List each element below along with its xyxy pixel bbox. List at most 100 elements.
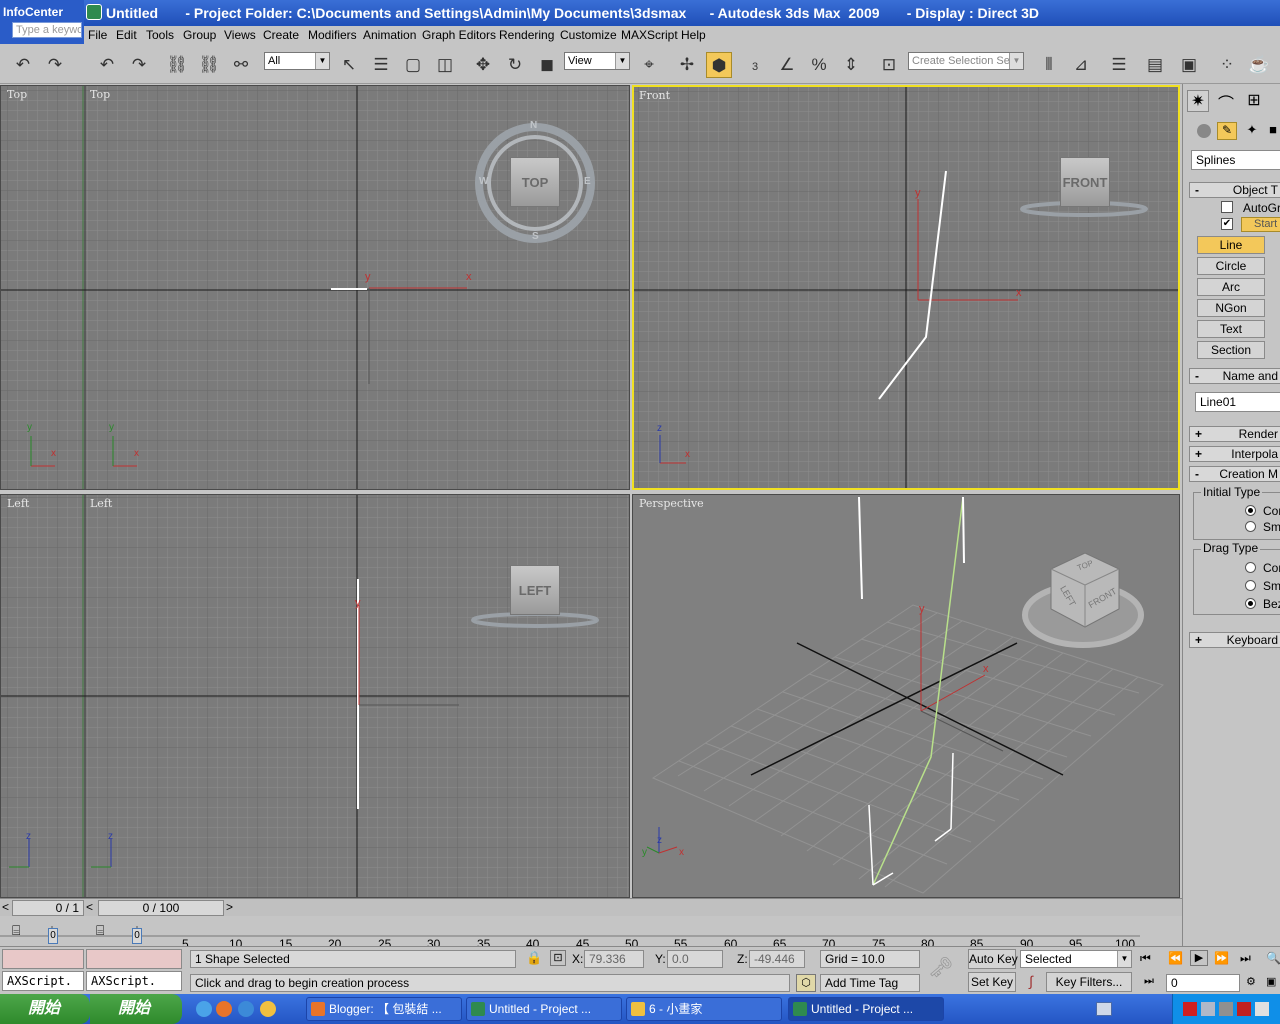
go-to-start-icon[interactable]: ⏮	[1140, 951, 1151, 966]
menu-graph-editors[interactable]: Graph Editors	[422, 28, 496, 42]
initial-type-corner-radio[interactable]	[1245, 505, 1256, 516]
zoom-icon[interactable]: 🔍	[1266, 951, 1280, 965]
lights-category-icon[interactable]: ✦	[1243, 122, 1261, 140]
play-icon[interactable]: ▶	[1190, 950, 1208, 966]
material-editor-icon[interactable]: ⁘	[1214, 52, 1240, 78]
time-slider-prev-left[interactable]: <	[2, 900, 9, 914]
angle-snap-icon[interactable]: ∠	[774, 52, 800, 78]
drag-type-bezier-radio[interactable]	[1245, 598, 1256, 609]
mirror-icon[interactable]: ⫴	[1036, 52, 1062, 78]
unlink-icon[interactable]: ⛓	[196, 52, 222, 78]
text-button[interactable]: Text	[1197, 320, 1265, 338]
spinner-snap-icon[interactable]: ⇕	[838, 52, 864, 78]
quicklaunch-icon[interactable]	[238, 1001, 254, 1017]
drag-type-corner-radio[interactable]	[1245, 562, 1256, 573]
trackbar-frame-marker-1[interactable]: 0	[48, 928, 58, 944]
rollout-interpolation[interactable]: + Interpola	[1189, 446, 1280, 462]
menu-file[interactable]: File	[88, 28, 107, 42]
taskbar-item-3dsmax-1[interactable]: Untitled - Project ...	[466, 997, 622, 1021]
rectangular-selection-icon[interactable]: ▢	[400, 52, 426, 78]
menu-animation[interactable]: Animation	[363, 28, 416, 42]
select-by-name-icon[interactable]: ☰	[368, 52, 394, 78]
viewport-label-front[interactable]: Front	[639, 89, 670, 102]
set-key-button[interactable]: Set Key	[968, 972, 1016, 992]
named-selection-set-dropdown[interactable]: Create Selection Set ▼	[908, 52, 1024, 70]
time-slider-left[interactable]: 0 / 1	[12, 900, 84, 916]
align-icon[interactable]: ⊿	[1068, 52, 1094, 78]
key-filters-button[interactable]: Key Filters...	[1046, 972, 1132, 992]
viewport-label-top[interactable]: Top	[7, 88, 27, 101]
trackbar-frame-marker-2[interactable]: 0	[132, 928, 142, 944]
key-mode-toggle-icon[interactable]: ⏭	[1144, 975, 1154, 988]
shapes-category-icon[interactable]: ✎	[1217, 122, 1237, 140]
keyboard-icon[interactable]	[1096, 1002, 1112, 1016]
y-coord-input[interactable]: 0.0	[667, 950, 723, 968]
maxscript-mini-listener-2[interactable]: AXScript.	[86, 971, 182, 991]
create-tab-icon[interactable]: ✷	[1187, 90, 1209, 112]
select-rotate-icon[interactable]: ↻	[502, 52, 528, 78]
open-mini-curve-editor-icon[interactable]: ⌸	[12, 922, 20, 939]
menu-rendering[interactable]: Rendering	[499, 28, 554, 42]
menu-views[interactable]: Views	[224, 28, 256, 42]
undo-scene-icon[interactable]: ↶	[94, 52, 120, 78]
ie-icon[interactable]	[196, 1001, 212, 1017]
app-tray-icon[interactable]	[1237, 1002, 1251, 1016]
ngon-button[interactable]: NGon	[1197, 299, 1265, 317]
viewcube-top[interactable]: TOP	[510, 157, 560, 207]
initial-type-smooth-radio[interactable]	[1245, 521, 1256, 532]
viewport-label-top-inner[interactable]: Top	[90, 88, 110, 101]
line-button[interactable]: Line	[1197, 236, 1265, 254]
viewport-zoom-icon[interactable]: ▣	[1266, 975, 1276, 988]
layer-manager-icon[interactable]: ☰	[1106, 52, 1132, 78]
bind-space-warp-icon[interactable]: ⚯	[228, 52, 254, 78]
previous-frame-icon[interactable]: ⏪	[1168, 951, 1183, 965]
start-button-2[interactable]: 開始	[90, 994, 182, 1024]
taskbar-item-blogger[interactable]: Blogger: 【 包裝結 ...	[306, 997, 462, 1021]
lock-icon[interactable]: 🔒	[526, 950, 542, 966]
rollout-object-type[interactable]: - Object T	[1189, 182, 1280, 198]
next-frame-icon[interactable]: ⏩	[1214, 951, 1229, 965]
manipulate-icon[interactable]: ✢	[674, 52, 700, 78]
antivirus-tray-icon[interactable]	[1183, 1002, 1197, 1016]
cameras-category-icon[interactable]: ■	[1265, 122, 1280, 140]
viewport-front[interactable]: Front FRONT y x z x	[632, 85, 1180, 490]
edit-named-selection-icon[interactable]: ⊡	[876, 52, 902, 78]
start-button[interactable]: 開始	[0, 994, 90, 1024]
object-name-input[interactable]: Line01	[1195, 392, 1280, 412]
x-coord-input[interactable]: 79.336	[584, 950, 644, 968]
percent-snap-icon[interactable]: %	[806, 52, 832, 78]
default-tangent-icon[interactable]: ∫	[1020, 973, 1042, 993]
firefox-icon[interactable]	[216, 1001, 232, 1017]
viewcube-left[interactable]: LEFT	[510, 565, 560, 615]
start-new-shape-checkbox[interactable]: ✔	[1221, 218, 1233, 230]
circle-button[interactable]: Circle	[1197, 257, 1265, 275]
media-player-icon[interactable]	[260, 1001, 276, 1017]
start-new-shape-button[interactable]: Start I	[1241, 217, 1280, 232]
misc-tray-icon[interactable]	[1255, 1002, 1269, 1016]
rollout-keyboard-entry[interactable]: + Keyboard	[1189, 632, 1280, 648]
taskbar-item-3dsmax-2[interactable]: Untitled - Project ...	[788, 997, 944, 1021]
viewport-label-left[interactable]: Left	[7, 497, 29, 510]
arc-button[interactable]: Arc	[1197, 278, 1265, 296]
viewcube-front[interactable]: FRONT	[1060, 157, 1110, 207]
key-mode-dropdown[interactable]: Selected ▼	[1020, 950, 1132, 968]
open-mini-curve-editor-icon-2[interactable]: ⌸	[96, 922, 104, 939]
menu-customize[interactable]: Customize	[560, 28, 617, 42]
schematic-view-icon[interactable]: ▣	[1176, 52, 1202, 78]
key-icon[interactable]: 🗝	[928, 955, 953, 980]
select-link-icon[interactable]: ⛓	[164, 52, 190, 78]
menu-help[interactable]: Help	[681, 28, 706, 42]
volume-tray-icon[interactable]	[1219, 1002, 1233, 1016]
keyboard-shortcut-override-icon[interactable]: ⬢	[706, 52, 732, 78]
time-configuration-icon[interactable]: ⚙	[1246, 975, 1256, 988]
rollout-creation-method[interactable]: - Creation M	[1189, 466, 1280, 482]
window-crossing-icon[interactable]: ◫	[432, 52, 458, 78]
menu-modifiers[interactable]: Modifiers	[308, 28, 357, 42]
viewport-left[interactable]: Left Left LEFT y z z	[0, 494, 630, 898]
viewport-label-perspective[interactable]: Perspective	[639, 497, 704, 510]
infocenter-search-input[interactable]: Type a keywo	[12, 22, 82, 38]
autogrid-checkbox[interactable]	[1221, 201, 1233, 213]
time-slider-prev[interactable]: <	[86, 900, 93, 914]
select-move-icon[interactable]: ✥	[470, 52, 496, 78]
subcategory-dropdown[interactable]: Splines	[1191, 150, 1280, 170]
